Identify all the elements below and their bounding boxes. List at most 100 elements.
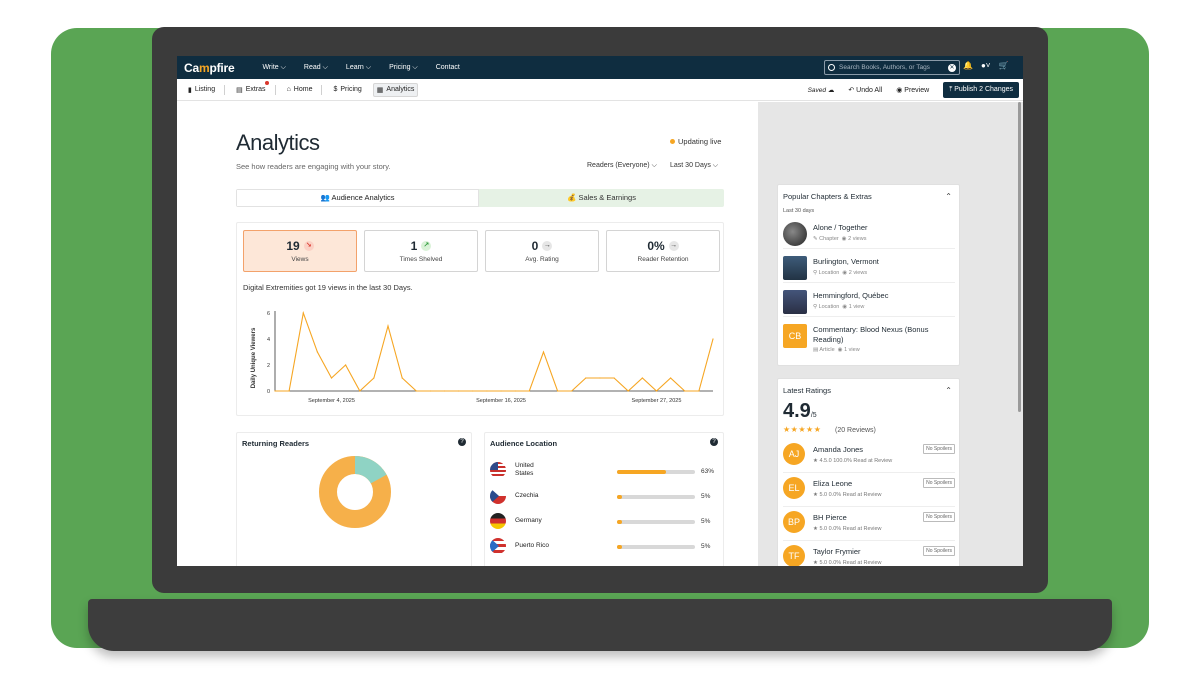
stat-times-shelved[interactable]: 1 ↗ Times Shelved [364, 230, 478, 272]
saved-status: Saved ☁ [807, 87, 835, 94]
y-tick-label: 0 [267, 389, 270, 395]
location-bar [617, 520, 695, 524]
popular-item[interactable]: Hemmingford, Québec ⚲ Location ◉ 1 view [783, 287, 955, 317]
location-row: Czechia [490, 487, 551, 505]
preview-button[interactable]: ◉ Preview [896, 86, 929, 94]
review-item[interactable]: TF Taylor Frymier ★ 5.0 0.0% Read at Rev… [783, 541, 955, 566]
views-series-line [275, 310, 714, 392]
help-icon[interactable]: ? [458, 438, 466, 446]
views-data-point [316, 351, 318, 353]
y-tick-label: 2 [267, 363, 270, 369]
views-data-point [330, 377, 333, 379]
scrollbar[interactable] [1018, 102, 1021, 412]
returning-donut [319, 456, 391, 528]
views-data-point [274, 390, 276, 392]
chapter-thumbnail [783, 222, 807, 246]
tab-home[interactable]: ⌂ Home [284, 84, 316, 95]
campfire-logo[interactable]: Campfire [184, 61, 235, 75]
undo-all-button[interactable]: ↶ Undo All [848, 86, 882, 94]
views-data-point [670, 377, 672, 379]
location-percent: 63% [701, 468, 715, 475]
publish-button[interactable]: ⤒ Publish 2 Changes [943, 82, 1019, 98]
card-title: Audience Location [490, 439, 558, 448]
dollar-icon: $ [333, 86, 338, 93]
divider [274, 84, 276, 95]
review-item[interactable]: BP BH Pierce ★ 5.0 0.0% Read at Review N… [783, 507, 955, 541]
stat-reader-retention[interactable]: 0% → Reader Retention [606, 230, 720, 272]
location-percent: 5% [701, 543, 711, 550]
card-title: Popular Chapters & Extras [783, 192, 872, 201]
divider [224, 84, 226, 95]
czechia-flag-icon [490, 488, 506, 504]
star-rating-icons: ★★★★★ [783, 425, 822, 434]
tab-analytics[interactable]: ▦ Analytics [372, 82, 419, 97]
review-item[interactable]: EL Eliza Leone ★ 5.0 0.0% Read at Review… [783, 473, 955, 507]
help-icon[interactable]: ? [710, 438, 718, 446]
review-item[interactable]: AJ Amanda Jones ★ 4.5.0 100.0% Read at R… [783, 439, 955, 473]
nav-read[interactable]: Read ⌵ [304, 64, 328, 72]
location-row: Puerto Rico [490, 537, 551, 555]
x-tick-label: September 16, 2025 [476, 398, 526, 404]
nav-write[interactable]: Write ⌵ [262, 64, 285, 72]
cart-icon[interactable]: 🛒 [998, 61, 1008, 70]
views-data-point [359, 390, 361, 392]
tab-listing[interactable]: ▮ Listing [185, 84, 218, 96]
nav-contact[interactable]: Contact [436, 64, 460, 72]
search-input[interactable]: Search Books, Authors, or Tags ✕ [824, 60, 960, 75]
views-data-point [373, 377, 375, 379]
collapse-icon[interactable]: ⌃ [945, 386, 952, 395]
avatar: AJ [783, 443, 805, 465]
y-tick-label: 6 [267, 311, 270, 317]
analytics-tabs: 👥 Audience Analytics 💰 Sales & Earnings [236, 189, 724, 207]
views-data-point [486, 390, 488, 392]
divider [321, 84, 323, 95]
views-data-point [443, 390, 446, 392]
live-indicator: Updating live [670, 137, 721, 146]
top-icons: 🔔 ●˅ 🛒 [963, 61, 1008, 70]
readers-filter[interactable]: Readers (Everyone) ⌵ [587, 162, 657, 170]
tab-pricing[interactable]: $ Pricing [330, 84, 364, 95]
tab-sales-earnings[interactable]: 💰 Sales & Earnings [479, 189, 724, 207]
views-data-point [571, 390, 573, 392]
collapse-icon[interactable]: ⌃ [945, 192, 952, 201]
views-data-point [599, 377, 601, 379]
card-title: Latest Ratings [783, 386, 831, 395]
nav-learn[interactable]: Learn ⌵ [346, 64, 371, 72]
bell-icon[interactable]: 🔔 [963, 61, 973, 70]
nav-pricing[interactable]: Pricing ⌵ [389, 64, 418, 72]
period-label: Last 30 days [783, 208, 815, 214]
date-range-filter[interactable]: Last 30 Days ⌵ [670, 162, 718, 170]
views-data-point [387, 325, 389, 327]
popular-item[interactable]: Alone / Together ✎ Chapter ◉ 2 views [783, 219, 955, 249]
no-spoilers-badge: No Spoilers [923, 512, 955, 522]
popular-item[interactable]: Burlington, Vermont ⚲ Location ◉ 2 views [783, 253, 955, 283]
page-subtitle: See how readers are engaging with your s… [236, 162, 391, 171]
editor-subbar: ▮ Listing ▤ Extras ⌂ Home $ Pricing ▦ Analyti… [177, 79, 1023, 101]
views-data-point [712, 338, 714, 340]
views-data-point [655, 390, 658, 392]
tab-extras[interactable]: ▤ Extras [233, 84, 268, 96]
latest-ratings-card: Latest Ratings ⌃ 4.9/5 ★★★★★ (20 Reviews… [777, 378, 960, 566]
views-data-point [429, 390, 432, 392]
views-data-point [415, 390, 417, 392]
location-bar [617, 495, 695, 499]
stat-avg-rating[interactable]: 0 → Avg. Rating [485, 230, 599, 272]
us-flag-icon [490, 462, 506, 478]
notification-dot [265, 81, 269, 85]
trend-down-icon: ↘ [303, 241, 314, 251]
views-data-point [698, 390, 700, 392]
account-icon[interactable]: ●˅ [981, 61, 991, 70]
views-data-point [556, 390, 559, 392]
clear-icon[interactable]: ✕ [948, 63, 956, 72]
views-data-point [472, 390, 474, 392]
location-bar [617, 470, 695, 474]
tab-audience-analytics[interactable]: 👥 Audience Analytics [236, 189, 479, 207]
views-data-point [627, 390, 629, 392]
trend-up-icon: ↗ [421, 241, 432, 251]
stage: Campfire Write ⌵ Read ⌵ Learn ⌵ Pricing … [0, 0, 1200, 676]
popular-item[interactable]: CB Commentary: Blood Nexus (Bonus Readin… [783, 321, 955, 361]
editor-actions: Saved ☁ ↶ Undo All ◉ Preview ⤒ Publish 2… [808, 82, 1019, 98]
location-row: United States [490, 461, 551, 479]
stat-views[interactable]: 19 ↘ Views [243, 230, 357, 272]
y-tick-label: 4 [267, 337, 270, 343]
